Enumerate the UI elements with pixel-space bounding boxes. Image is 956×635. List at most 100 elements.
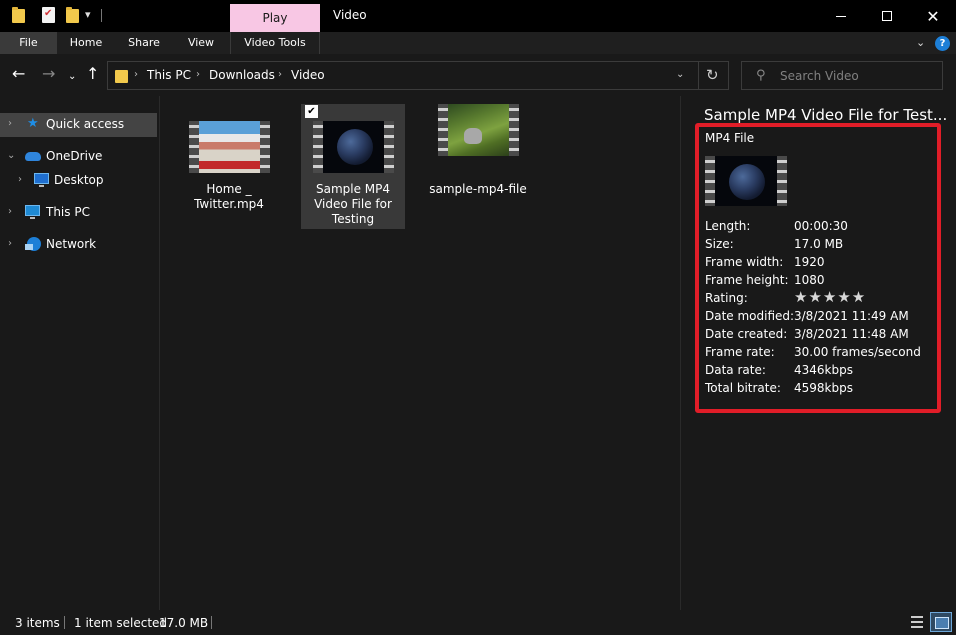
sidebar-item-label: This PC: [46, 205, 90, 219]
property-label: Frame height:: [705, 273, 789, 287]
property-label: Frame width:: [705, 255, 784, 269]
file-name: Sample MP4 Video File for Testing: [314, 182, 392, 226]
property-value: 1080: [794, 273, 825, 287]
breadcrumb-separator-icon[interactable]: ›: [134, 69, 138, 80]
breadcrumb-this-pc[interactable]: This PC: [147, 68, 191, 82]
thumbnail-frame: [448, 104, 509, 156]
breadcrumb-separator-icon[interactable]: ›: [196, 69, 200, 80]
sidebar-item-desktop[interactable]: › Desktop: [0, 169, 157, 193]
search-box[interactable]: ⚲: [741, 61, 943, 90]
expand-chevron-icon[interactable]: ›: [8, 118, 12, 129]
filmstrip: [705, 156, 715, 206]
file-type-label: MP4 File: [705, 131, 755, 145]
collapse-chevron-icon[interactable]: ⌄: [7, 150, 15, 161]
video-thumbnail: [438, 104, 519, 156]
breadcrumb-downloads[interactable]: Downloads: [209, 68, 275, 82]
details-view-button[interactable]: [908, 613, 926, 631]
contextual-tab-play[interactable]: Play: [230, 4, 320, 32]
file-item-home-twitter[interactable]: Home _ Twitter.mp4: [177, 104, 281, 229]
breadcrumb-separator-icon[interactable]: ›: [278, 69, 282, 80]
ribbon-expand-chevron-icon[interactable]: ⌄: [916, 36, 925, 49]
tab-view[interactable]: View: [178, 32, 224, 54]
status-bar: 3 items 1 item selected 17.0 MB: [0, 610, 956, 635]
properties-icon[interactable]: [42, 7, 55, 23]
ribbon-tab-bar: File Home Share View Video Tools ⌄ ?: [0, 32, 956, 54]
filmstrip: [777, 156, 787, 206]
details-pane: Sample MP4 Video File for Test... MP4 Fi…: [680, 96, 956, 610]
star-icon: ★: [27, 116, 39, 131]
expand-chevron-icon[interactable]: ›: [8, 206, 12, 217]
large-icons-view-button[interactable]: [930, 612, 952, 632]
search-input[interactable]: [780, 66, 935, 85]
forward-arrow-icon[interactable]: →: [42, 66, 55, 82]
network-icon: [25, 237, 41, 251]
property-label: Data rate:: [705, 363, 766, 377]
refresh-icon[interactable]: ↻: [706, 66, 719, 84]
new-folder-icon[interactable]: [66, 7, 79, 23]
property-label: Length:: [705, 219, 751, 233]
sidebar-item-this-pc[interactable]: › This PC: [0, 201, 157, 225]
property-value: 30.00 frames/second: [794, 345, 921, 359]
video-thumbnail: [313, 121, 394, 173]
sidebar-item-quick-access[interactable]: › ★ Quick access: [0, 113, 157, 137]
property-label: Total bitrate:: [705, 381, 781, 395]
property-label: Date created:: [705, 327, 788, 341]
toolbar-divider: [101, 9, 102, 22]
up-arrow-icon[interactable]: ↑: [86, 66, 99, 82]
breadcrumb-video[interactable]: Video: [291, 68, 325, 82]
address-bar[interactable]: › This PC › Downloads › Video ⌄ ↻: [107, 61, 729, 90]
property-value: 4598kbps: [794, 381, 853, 395]
selection-checkbox[interactable]: ✔: [305, 105, 318, 118]
filmstrip: [189, 121, 199, 173]
item-count: 3 items: [15, 616, 60, 630]
cloud-icon: [25, 152, 41, 161]
details-title: Sample MP4 Video File for Test...: [704, 106, 948, 124]
thumbnail-frame: [199, 121, 260, 173]
file-list: Home _ Twitter.mp4 ✔ Sample MP4 Video Fi…: [160, 96, 680, 610]
tab-video-tools[interactable]: Video Tools: [230, 32, 320, 54]
help-icon[interactable]: ?: [935, 36, 950, 51]
tab-share[interactable]: Share: [118, 32, 170, 54]
property-value: 3/8/2021 11:48 AM: [794, 327, 909, 341]
tab-file[interactable]: File: [0, 32, 57, 54]
filmstrip: [313, 121, 323, 173]
sidebar-item-label: Quick access: [46, 117, 125, 131]
filmstrip: [384, 121, 394, 173]
video-thumbnail: [189, 121, 270, 173]
details-view-icon: [911, 626, 923, 628]
recent-locations-chevron-icon[interactable]: ⌄: [68, 69, 76, 85]
back-arrow-icon[interactable]: ←: [12, 66, 25, 82]
selection-size: 17.0 MB: [159, 616, 209, 630]
sidebar-item-onedrive[interactable]: ⌄ OneDrive: [0, 145, 157, 169]
file-item-sample-mp4-video[interactable]: ✔ Sample MP4 Video File for Testing: [301, 104, 405, 229]
status-divider: [211, 616, 212, 629]
sidebar-item-network[interactable]: › Network: [0, 233, 157, 257]
property-label: Size:: [705, 237, 734, 251]
filmstrip: [438, 104, 448, 156]
expand-chevron-icon[interactable]: ›: [18, 174, 22, 185]
file-item-sample-mp4-file[interactable]: sample-mp4-file: [426, 104, 530, 229]
expand-chevron-icon[interactable]: ›: [8, 238, 12, 249]
minimize-icon: [836, 15, 846, 17]
close-icon: ✕: [926, 6, 940, 26]
navigation-toolbar: ← → ⌄ ↑ › This PC › Downloads › Video ⌄ …: [0, 54, 956, 96]
rating-stars[interactable]: ★★★★★: [794, 288, 866, 306]
property-value: 1920: [794, 255, 825, 269]
quick-access-toolbar-dropdown-icon[interactable]: ▾: [85, 8, 91, 21]
close-button[interactable]: ✕: [910, 0, 956, 32]
window-title: Video: [333, 8, 367, 22]
details-view-icon: [911, 616, 923, 618]
desktop-icon: [34, 173, 49, 187]
status-divider: [64, 616, 65, 629]
navigation-pane: › ★ Quick access ⌄ OneDrive › Desktop › …: [0, 96, 159, 610]
filmstrip: [260, 121, 270, 173]
property-value: 00:00:30: [794, 219, 848, 233]
address-history-chevron-icon[interactable]: ⌄: [676, 69, 684, 80]
tab-home[interactable]: Home: [61, 32, 111, 54]
preview-thumbnail: [705, 156, 787, 206]
maximize-button[interactable]: [864, 0, 910, 32]
details-view-icon: [911, 621, 923, 623]
maximize-icon: [882, 11, 892, 21]
file-name: Home _ Twitter.mp4: [194, 182, 264, 211]
minimize-button[interactable]: [818, 0, 864, 32]
